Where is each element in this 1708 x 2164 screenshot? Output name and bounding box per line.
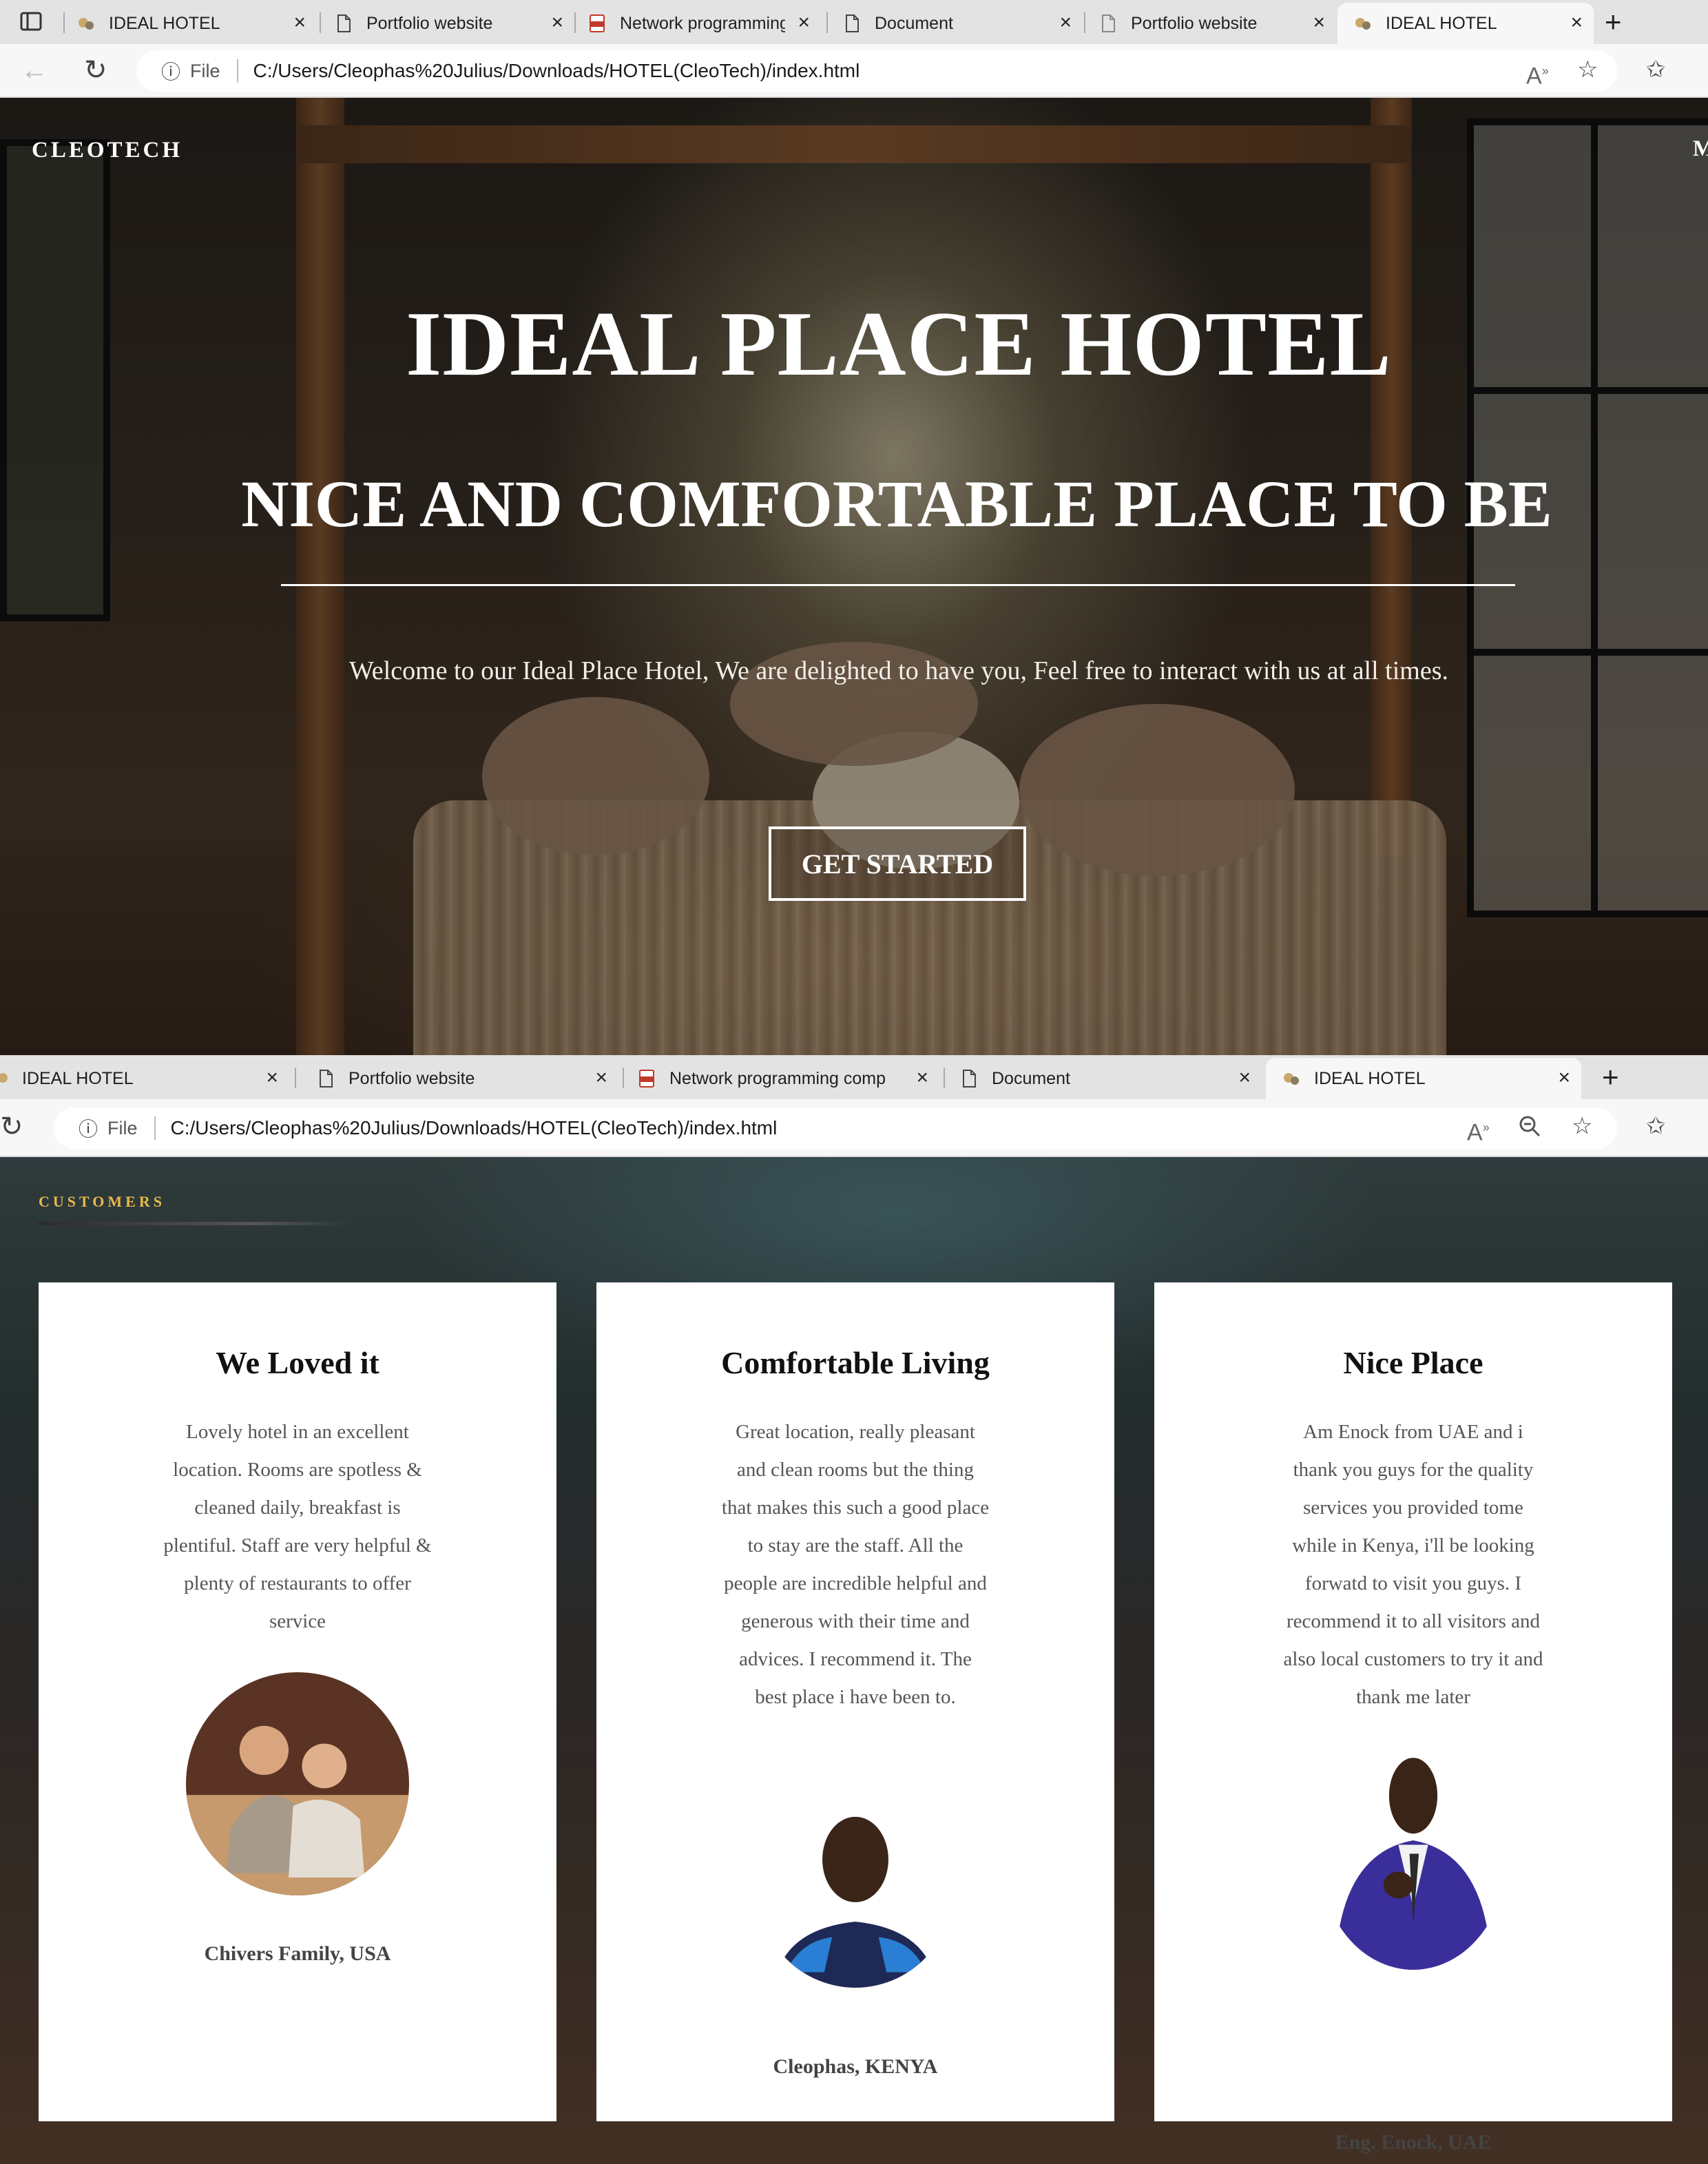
info-icon[interactable]: ⓘ xyxy=(161,57,180,85)
section-label: CUSTOMERS xyxy=(39,1193,165,1210)
zoom-out-icon[interactable] xyxy=(1518,1114,1541,1142)
new-tab-icon[interactable]: + xyxy=(1605,7,1622,37)
url-scheme-label: File xyxy=(107,1117,138,1138)
testimonial-card: Comfortable Living Great location, reall… xyxy=(596,1282,1114,2121)
hotel-favicon-icon xyxy=(1281,1068,1302,1089)
testimonial-text: Am Enock from UAE and i thank you guys f… xyxy=(1283,1421,1543,1708)
page-icon xyxy=(959,1068,979,1089)
page-icon xyxy=(315,1068,336,1089)
page-icon xyxy=(333,13,354,34)
hero-title: IDEAL PLACE HOTEL xyxy=(406,293,1392,395)
close-tab-icon[interactable]: × xyxy=(1313,12,1325,33)
tab-ideal-hotel[interactable]: IDEAL HOTEL × xyxy=(0,1058,289,1099)
new-tab-icon[interactable]: + xyxy=(1602,1062,1619,1092)
testimonial-text: Lovely hotel in an excellent location. R… xyxy=(163,1421,432,1632)
hotel-favicon-icon xyxy=(76,13,96,34)
tab-label: IDEAL HOTEL xyxy=(22,1068,134,1088)
testimonial-title: Comfortable Living xyxy=(721,1345,990,1380)
tab-ideal-hotel[interactable]: IDEAL HOTEL × xyxy=(76,3,317,44)
testimonial-card: We Loved it Lovely hotel in an excellent… xyxy=(39,1282,556,2121)
get-started-button[interactable]: GET STARTED xyxy=(769,826,1026,901)
add-favorite-icon[interactable]: ☆ xyxy=(1577,58,1598,81)
hero-section: CLEOTECH M IDEAL PLACE HOTEL NICE AND CO… xyxy=(0,98,1708,1055)
close-tab-icon[interactable]: × xyxy=(595,1068,607,1088)
tab-label: Network programming xyxy=(620,13,785,33)
tab-portfolio-website[interactable]: Portfolio website × xyxy=(315,1058,618,1099)
customer-photo xyxy=(758,1793,952,1988)
tab-label: IDEAL HOTEL xyxy=(1314,1068,1426,1088)
refresh-icon[interactable]: ↻ xyxy=(84,56,107,84)
url-text[interactable]: C:/Users/Cleophas%20Julius/Downloads/HOT… xyxy=(253,60,860,82)
url-field[interactable]: ⓘ File C:/Users/Cleophas%20Julius/Downlo… xyxy=(136,50,1617,92)
hotel-favicon-icon xyxy=(1353,13,1373,34)
tab-document[interactable]: Document × xyxy=(842,3,1083,44)
customer-photo xyxy=(186,1672,409,1895)
hero-subtitle: NICE AND COMFORTABLE PLACE TO BE xyxy=(241,467,1552,541)
url-scheme-label: File xyxy=(190,60,220,81)
read-aloud-icon[interactable]: A» xyxy=(1467,1116,1490,1144)
testimonial-text: Great location, really pleasant and clea… xyxy=(721,1421,990,1708)
customers-section: CUSTOMERS We Loved it Lovely hotel in an… xyxy=(0,1157,1708,2164)
url-field[interactable]: ⓘ File C:/Users/Cleophas%20Julius/Downlo… xyxy=(54,1107,1617,1149)
address-bar-second: ↻ ⓘ File C:/Users/Cleophas%20Julius/Down… xyxy=(0,1099,1708,1157)
close-tab-icon[interactable]: × xyxy=(1238,1068,1251,1088)
tab-network-programming[interactable]: Network programming × xyxy=(587,3,821,44)
pdf-icon xyxy=(587,13,607,34)
customer-name: Cleophas, KENYA xyxy=(773,2055,938,2078)
close-tab-icon[interactable]: × xyxy=(1570,12,1583,33)
tab-label: IDEAL HOTEL xyxy=(109,13,220,33)
read-aloud-icon[interactable]: A» xyxy=(1526,59,1549,87)
hotel-favicon-icon xyxy=(0,1068,10,1089)
tab-portfolio-website[interactable]: Portfolio website × xyxy=(333,3,574,44)
close-tab-icon[interactable]: × xyxy=(293,12,306,33)
tab-strip-second: IDEAL HOTEL × Portfolio website × Networ… xyxy=(0,1055,1708,1099)
tab-strip: IDEAL HOTEL × Portfolio website × Networ… xyxy=(0,0,1708,44)
tab-ideal-hotel-active[interactable]: IDEAL HOTEL × xyxy=(1337,3,1594,44)
close-tab-icon[interactable]: × xyxy=(266,1068,278,1088)
close-tab-icon[interactable]: × xyxy=(1558,1068,1570,1088)
tab-label: IDEAL HOTEL xyxy=(1386,13,1497,33)
refresh-icon[interactable]: ↻ xyxy=(0,1113,23,1141)
address-bar: ← ↻ ⓘ File C:/Users/Cleophas%20Julius/Do… xyxy=(0,44,1708,98)
hero-welcome-text: Welcome to our Ideal Place Hotel, We are… xyxy=(348,656,1449,685)
hero-divider xyxy=(281,584,1515,586)
testimonial-title: Nice Place xyxy=(1343,1345,1483,1380)
tab-portfolio-website-2[interactable]: Portfolio website × xyxy=(1098,3,1336,44)
page-icon xyxy=(1098,13,1118,34)
customer-photo xyxy=(1320,1747,1506,1970)
close-tab-icon[interactable]: × xyxy=(551,12,563,33)
tab-label: Portfolio website xyxy=(1131,13,1258,33)
tab-label: Network programming comp xyxy=(669,1068,886,1088)
page-icon xyxy=(842,13,862,34)
url-text[interactable]: C:/Users/Cleophas%20Julius/Downloads/HOT… xyxy=(171,1117,778,1139)
back-icon[interactable]: ← xyxy=(21,56,48,84)
tab-ideal-hotel-active[interactable]: IDEAL HOTEL × xyxy=(1266,1058,1581,1099)
customer-name: Chivers Family, USA xyxy=(204,1942,391,1965)
close-tab-icon[interactable]: × xyxy=(916,1068,928,1088)
nav-menu-item[interactable]: M xyxy=(1693,136,1708,162)
tab-label: Portfolio website xyxy=(366,13,493,33)
tab-label: Portfolio website xyxy=(348,1068,475,1088)
tab-label: Document xyxy=(992,1068,1070,1088)
info-icon[interactable]: ⓘ xyxy=(79,1114,98,1142)
tab-network-programming[interactable]: Network programming comp × xyxy=(636,1058,939,1099)
add-favorite-icon[interactable]: ☆ xyxy=(1572,1114,1592,1138)
favorites-icon[interactable]: ✩ xyxy=(1646,1114,1666,1138)
brand-logo[interactable]: CLEOTECH xyxy=(32,138,183,163)
section-underline xyxy=(39,1222,348,1225)
testimonial-title: We Loved it xyxy=(216,1345,379,1380)
testimonial-card: Nice Place Am Enock from UAE and i thank… xyxy=(1154,1282,1672,2154)
favorites-icon[interactable]: ✩ xyxy=(1646,58,1666,81)
tab-label: Document xyxy=(875,13,953,33)
close-tab-icon[interactable]: × xyxy=(1059,12,1072,33)
customer-name: Eng. Enock, UAE xyxy=(1335,2131,1492,2154)
tab-actions-icon[interactable] xyxy=(19,10,43,37)
close-tab-icon[interactable]: × xyxy=(798,12,810,33)
pdf-icon xyxy=(636,1068,657,1089)
tab-document[interactable]: Document × xyxy=(959,1058,1262,1099)
